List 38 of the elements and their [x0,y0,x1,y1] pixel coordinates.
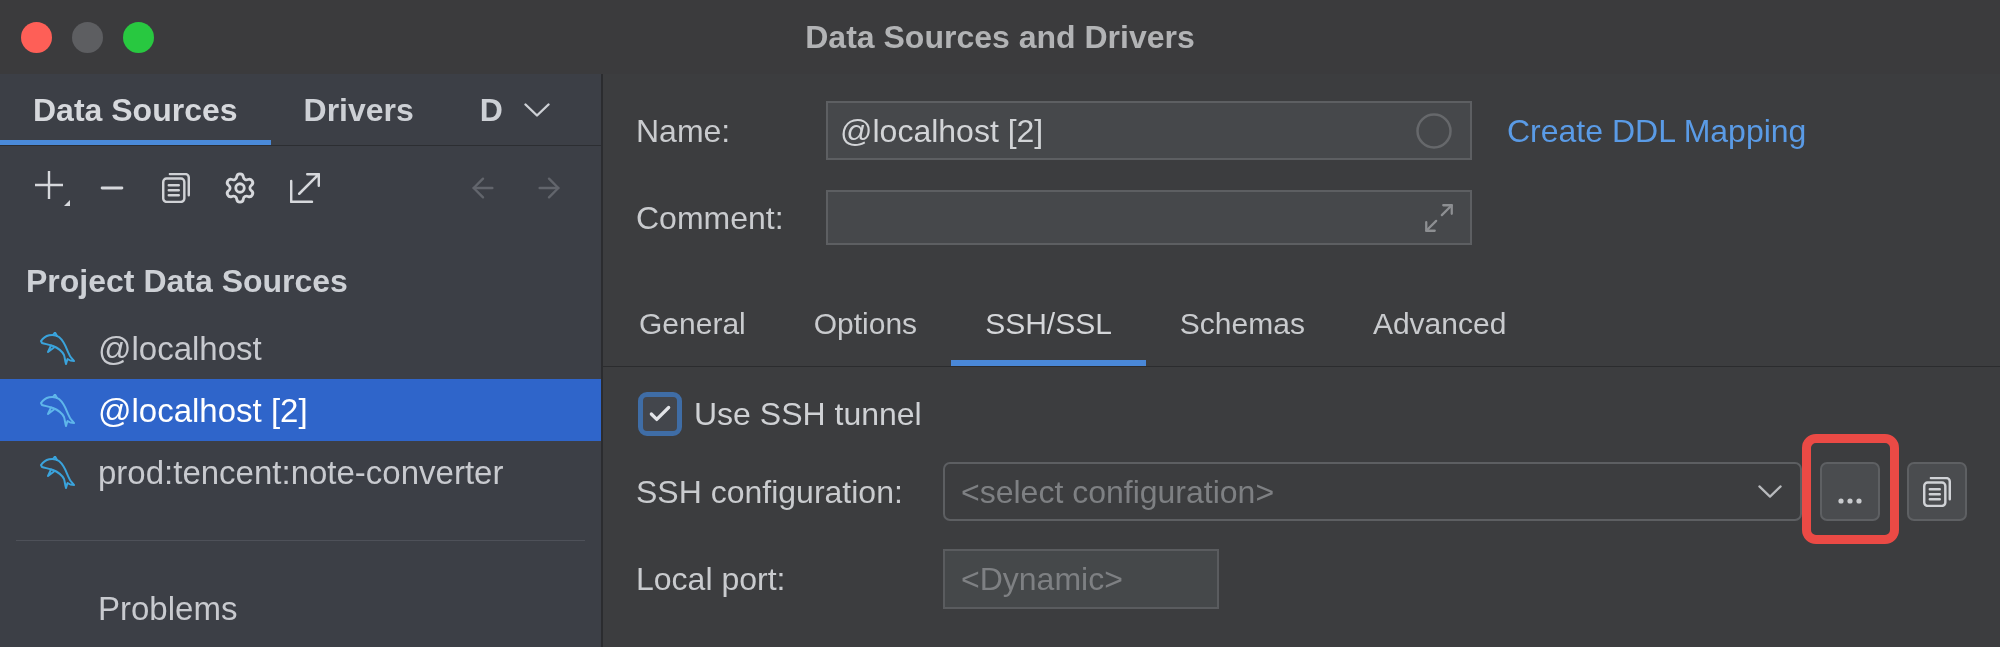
name-field[interactable]: @localhost [2] [826,101,1472,160]
field-label: SSH configuration: [636,472,904,512]
window-title: Data Sources and Drivers [805,21,1195,53]
tab[interactable]: D [446,74,503,145]
tab[interactable]: Schemas [1145,280,1339,366]
tab[interactable]: SSH/SSL [951,280,1146,366]
tab[interactable]: Drivers [270,74,447,145]
tab[interactable]: Advanced [1338,280,1541,366]
ellipsis-icon [1838,497,1862,504]
field-label: Local port: [636,560,787,599]
problems-item[interactable]: Problems [98,591,238,625]
dolphin-icon [40,331,75,365]
tab[interactable]: Options [779,280,952,366]
zoom-button[interactable] [123,21,154,53]
data-source-item[interactable]: @localhost [2] [0,379,601,441]
chevron-down-icon[interactable] [524,102,550,117]
tab[interactable]: Data Sources [0,74,271,145]
field-label: Name: [636,111,732,151]
chevron-down-icon [1758,485,1782,498]
checkbox-label: Use SSH tunnel [694,395,922,434]
data-source-item[interactable]: prod:tencent:note-converter [0,441,601,503]
data-source-item[interactable]: @localhost [0,317,601,379]
copy-icon[interactable] [162,173,190,203]
section-title: Project Data Sources [26,264,348,297]
dolphin-icon [40,393,75,427]
checkbox[interactable] [638,392,682,436]
tab[interactable]: General [605,280,780,366]
external-link-icon[interactable] [290,173,320,203]
close-button[interactable] [21,21,52,53]
plus-icon[interactable] [34,169,71,207]
create-ddl-mapping-link[interactable]: Create DDL Mapping [1507,106,1807,155]
settings-icon[interactable] [223,171,257,205]
dolphin-icon [40,455,75,489]
comment-field[interactable] [826,190,1472,245]
copy-button[interactable] [1907,462,1967,521]
copy-icon [1923,476,1951,507]
field-label: Comment: [636,198,785,238]
ring-icon [1416,112,1452,149]
